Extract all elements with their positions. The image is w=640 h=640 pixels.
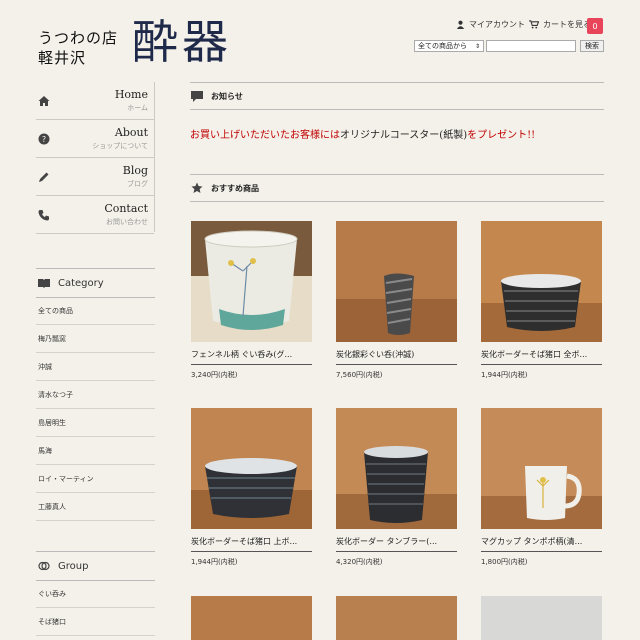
product-image[interactable] — [191, 596, 312, 640]
category-item[interactable]: 梅乃瓢窯 — [36, 325, 155, 353]
product-card[interactable]: マグカップ タンポポ柄(清... 1,800円(内税) — [481, 408, 602, 567]
group-heading-label: Group — [58, 560, 89, 572]
my-account-link[interactable]: マイアカウント — [456, 19, 525, 30]
cart-count-badge[interactable]: 0 — [587, 18, 603, 34]
group-heading: Group — [36, 551, 155, 581]
product-price: 1,944円(内税) — [191, 558, 238, 566]
product-price: 4,320円(内税) — [336, 558, 383, 566]
product-price: 3,240円(内税) — [191, 371, 238, 379]
nav-title: Home — [114, 88, 148, 101]
nav-item-about[interactable]: ? About ショップについて — [36, 120, 154, 158]
nav-divider — [154, 82, 155, 232]
product-image[interactable] — [481, 221, 602, 342]
product-name[interactable]: 炭化ボーダーそば猪口 上ボ... — [191, 537, 312, 552]
cart-icon — [529, 20, 539, 29]
search-button[interactable]: 検索 — [580, 40, 604, 52]
product-price: 1,800円(内税) — [481, 558, 528, 566]
nav-title: About — [114, 126, 148, 139]
product-image[interactable] — [191, 221, 312, 342]
product-image[interactable] — [481, 408, 602, 529]
category-item[interactable]: ロイ・マーティン — [36, 465, 155, 493]
nav-subtitle: ブログ — [127, 180, 148, 188]
category-heading: Category — [36, 268, 155, 298]
category-item[interactable]: 沖誠 — [36, 353, 155, 381]
category-item[interactable]: 全ての商品 — [36, 297, 155, 325]
category-heading-label: Category — [58, 277, 104, 289]
phone-icon — [38, 210, 49, 221]
star-icon — [191, 182, 203, 193]
notice-heading: お知らせ — [190, 82, 604, 110]
nav-item-blog[interactable]: Blog ブログ — [36, 158, 154, 196]
nav-title: Blog — [122, 164, 148, 177]
user-icon — [456, 20, 465, 29]
product-image[interactable] — [336, 408, 457, 529]
search-scope-value: 全ての商品から — [418, 42, 467, 50]
nav-subtitle: ホーム — [127, 104, 148, 112]
svg-text:?: ? — [42, 135, 46, 144]
notice-text-part3: をプレゼント!! — [467, 130, 536, 141]
product-name[interactable]: 炭化ボーダー タンブラー(... — [336, 537, 457, 552]
recommended-heading-label: おすすめ商品 — [211, 183, 259, 193]
shop-subtitle-line1: うつわの店 — [38, 29, 119, 47]
home-icon — [38, 96, 50, 106]
book-icon — [38, 279, 50, 288]
product-card[interactable]: 炭化ボーダー タンブラー(... 4,320円(内税) — [336, 408, 457, 567]
product-image[interactable] — [336, 221, 457, 342]
product-card[interactable]: 炭化銀彩ぐい呑(沖誠) 7,560円(内税) — [336, 221, 457, 380]
search-scope-select[interactable]: 全ての商品から ⇕ — [414, 40, 484, 52]
product-card[interactable]: フェンネル柄 ぐい呑み(グ... 3,240円(内税) — [191, 221, 312, 380]
pencil-icon — [39, 172, 49, 182]
nav-title: Contact — [104, 202, 148, 215]
nav-item-contact[interactable]: Contact お問い合わせ — [36, 196, 154, 234]
speech-bubble-icon — [191, 90, 203, 102]
product-price: 1,944円(内税) — [481, 371, 528, 379]
my-account-label: マイアカウント — [469, 20, 525, 29]
product-image[interactable] — [336, 596, 457, 640]
recommended-heading: おすすめ商品 — [190, 174, 604, 202]
category-item[interactable]: 清水なつ子 — [36, 381, 155, 409]
notice-text-part1: お買い上げいただいたお客様には — [190, 130, 340, 141]
search-input[interactable] — [486, 40, 576, 52]
category-item[interactable]: 馬海 — [36, 437, 155, 465]
notice-text-part2: オリジナルコースター(紙製) — [340, 130, 468, 141]
nav-subtitle: ショップについて — [92, 142, 148, 150]
shop-subtitle: うつわの店 軽井沢 — [38, 28, 118, 68]
product-card[interactable]: 炭化ボーダーそば猪口 全ボ... 1,944円(内税) — [481, 221, 602, 380]
question-icon: ? — [38, 133, 50, 145]
product-name[interactable]: マグカップ タンポポ柄(清... — [481, 537, 602, 552]
product-name[interactable]: フェンネル柄 ぐい呑み(グ... — [191, 350, 312, 365]
product-image[interactable] — [191, 408, 312, 529]
category-item[interactable]: 島居明生 — [36, 409, 155, 437]
view-cart-label: カートを見る — [543, 20, 591, 29]
group-icon — [38, 561, 50, 571]
category-item[interactable]: 工藤真人 — [36, 493, 155, 521]
product-price: 7,560円(内税) — [336, 371, 383, 379]
group-item[interactable]: そば猪口 — [36, 608, 155, 636]
product-image[interactable] — [481, 596, 602, 640]
product-name[interactable]: 炭化ボーダーそば猪口 全ボ... — [481, 350, 602, 365]
group-item[interactable]: ぐい呑み — [36, 580, 155, 608]
product-card[interactable]: 炭化ボーダーそば猪口 上ボ... 1,944円(内税) — [191, 408, 312, 567]
notice-heading-label: お知らせ — [211, 91, 243, 101]
product-name[interactable]: 炭化銀彩ぐい呑(沖誠) — [336, 350, 457, 365]
nav-subtitle: お問い合わせ — [106, 218, 148, 226]
select-arrows-icon: ⇕ — [474, 42, 480, 50]
view-cart-link[interactable]: カートを見る — [529, 19, 591, 30]
shop-subtitle-line2: 軽井沢 — [38, 49, 87, 67]
shop-logo[interactable]: 酔器 — [132, 14, 232, 70]
nav-item-home[interactable]: Home ホーム — [36, 82, 154, 120]
notice-message: お買い上げいただいたお客様にはオリジナルコースター(紙製)をプレゼント!! — [190, 126, 535, 141]
